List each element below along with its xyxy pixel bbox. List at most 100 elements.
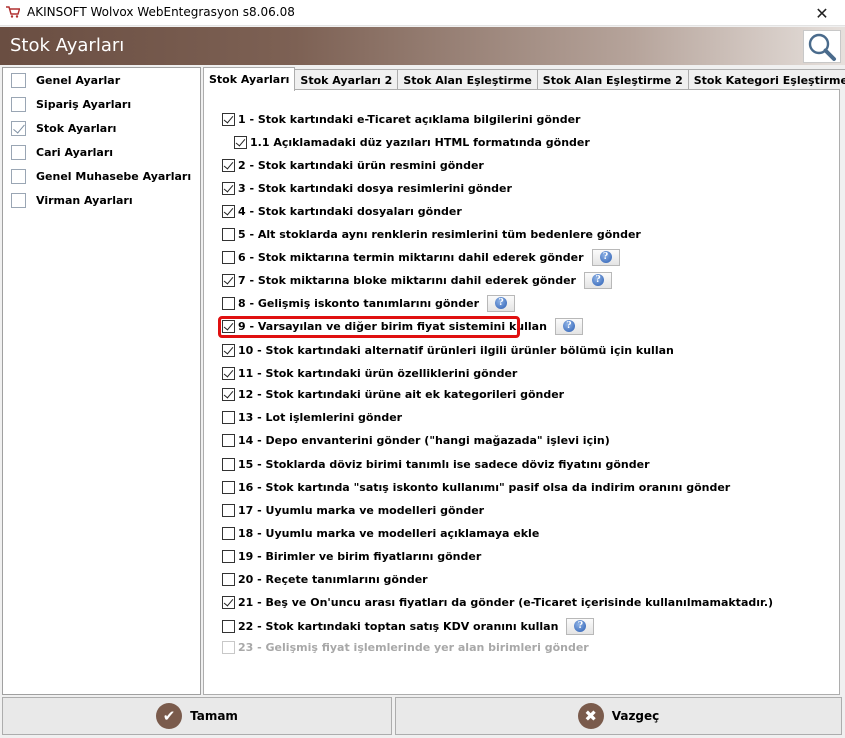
- sidebar-item-genel[interactable]: Genel Ayarlar: [11, 70, 120, 90]
- app-cart-icon: [6, 6, 20, 18]
- help-button[interactable]: ?: [554, 317, 583, 335]
- option-row[interactable]: 8 - Gelişmiş iskonto tanımlarını gönder?: [222, 294, 516, 312]
- sidebar-item-cari[interactable]: Cari Ayarları: [11, 142, 113, 162]
- option-row[interactable]: 2 - Stok kartındaki ürün resmini gönder: [222, 156, 484, 174]
- option-checkbox[interactable]: [222, 572, 235, 586]
- option-row[interactable]: 1 - Stok kartındaki e-Ticaret açıklama b…: [222, 110, 580, 128]
- option-checkbox[interactable]: [222, 526, 235, 540]
- option-checkbox[interactable]: [222, 503, 235, 517]
- option-row[interactable]: 6 - Stok miktarına termin miktarını dahi…: [222, 248, 620, 266]
- option-label: 22 - Stok kartındaki toptan satış KDV or…: [238, 619, 559, 633]
- option-checkbox[interactable]: [222, 204, 235, 218]
- ok-button-label: Tamam: [190, 709, 238, 723]
- close-icon: ✕: [815, 3, 829, 23]
- option-row[interactable]: 13 - Lot işlemlerini gönder: [222, 408, 402, 426]
- ok-button[interactable]: ✔ Tamam: [2, 697, 392, 735]
- option-row[interactable]: 21 - Beş ve On'uncu arası fiyatları da g…: [222, 593, 773, 611]
- option-row[interactable]: 16 - Stok kartında "satış iskonto kullan…: [222, 478, 730, 496]
- tab-strip: Stok Ayarları Stok Ayarları 2 Stok Alan …: [203, 67, 845, 91]
- option-checkbox[interactable]: [222, 410, 235, 424]
- option-row[interactable]: 22 - Stok kartındaki toptan satış KDV or…: [222, 617, 595, 635]
- tab-stok-ayarlari[interactable]: Stok Ayarları: [203, 67, 296, 91]
- option-row[interactable]: 4 - Stok kartındaki dosyaları gönder: [222, 202, 462, 220]
- sidebar-item-genel-muhasebe[interactable]: Genel Muhasebe Ayarları: [11, 166, 191, 186]
- option-row[interactable]: 7 - Stok miktarına bloke miktarını dahil…: [222, 271, 612, 289]
- search-button[interactable]: [803, 30, 841, 63]
- option-checkbox[interactable]: [222, 480, 235, 494]
- option-label: 10 - Stok kartındaki alternatif ürünleri…: [238, 343, 674, 357]
- cancel-button[interactable]: ✖ Vazgeç: [395, 697, 842, 735]
- help-button[interactable]: ?: [487, 294, 516, 312]
- option-row: 23 - Gelişmiş fiyat işlemlerinde yer ala…: [222, 638, 589, 656]
- sidebar-item-virman[interactable]: Virman Ayarları: [11, 190, 133, 210]
- sidebar-checkbox[interactable]: [11, 72, 26, 88]
- option-row[interactable]: 3 - Stok kartındaki dosya resimlerini gö…: [222, 179, 512, 197]
- option-label: 13 - Lot işlemlerini gönder: [238, 410, 403, 424]
- tab-stok-kategori-eslestirme[interactable]: Stok Kategori Eşleştirme: [687, 69, 845, 90]
- sidebar-item-siparis[interactable]: Sipariş Ayarları: [11, 94, 131, 114]
- tab-stok-ayarlari-2[interactable]: Stok Ayarları 2: [294, 69, 399, 90]
- option-row[interactable]: 14 - Depo envanterini gönder ("hangi mağ…: [222, 431, 610, 449]
- option-checkbox[interactable]: [222, 457, 235, 471]
- help-icon: ?: [574, 620, 587, 632]
- sidebar-checkbox[interactable]: [11, 192, 26, 208]
- option-label: 5 - Alt stoklarda aynı renklerin resimle…: [238, 227, 641, 241]
- option-row[interactable]: 5 - Alt stoklarda aynı renklerin resimle…: [222, 225, 641, 243]
- option-checkbox[interactable]: [222, 250, 235, 264]
- help-button[interactable]: ?: [583, 271, 612, 289]
- option-checkbox[interactable]: [222, 181, 235, 195]
- sidebar-checkbox[interactable]: [11, 120, 26, 136]
- option-checkbox[interactable]: [222, 112, 235, 126]
- option-checkbox[interactable]: [222, 273, 235, 287]
- option-row[interactable]: 10 - Stok kartındaki alternatif ürünleri…: [222, 341, 674, 359]
- option-row[interactable]: 15 - Stoklarda döviz birimi tanımlı ise …: [222, 455, 650, 473]
- tab-stok-alan-eslestirme-2[interactable]: Stok Alan Eşleştirme 2: [536, 69, 689, 90]
- option-row[interactable]: 12 - Stok kartındaki ürüne ait ek katego…: [222, 385, 564, 403]
- title-bar: AKINSOFT Wolvox WebEntegrasyon s8.06.08 …: [0, 0, 845, 26]
- option-checkbox[interactable]: [222, 296, 235, 310]
- option-checkbox[interactable]: [222, 619, 235, 633]
- option-checkbox[interactable]: [234, 135, 247, 149]
- window-title: AKINSOFT Wolvox WebEntegrasyon s8.06.08: [27, 5, 295, 19]
- option-checkbox[interactable]: [222, 433, 235, 447]
- sidebar-checkbox[interactable]: [11, 96, 26, 112]
- option-checkbox[interactable]: [222, 549, 235, 563]
- option-label: 18 - Uyumlu marka ve modelleri açıklamay…: [238, 526, 540, 540]
- sidebar-item-label: Virman Ayarları: [36, 193, 133, 207]
- option-checkbox[interactable]: [222, 227, 235, 241]
- help-button[interactable]: ?: [591, 248, 620, 266]
- option-label: 14 - Depo envanterini gönder ("hangi mağ…: [238, 433, 610, 447]
- check-icon: ✔: [156, 703, 183, 729]
- option-checkbox[interactable]: [222, 366, 235, 380]
- option-row[interactable]: 17 - Uyumlu marka ve modelleri gönder: [222, 501, 484, 519]
- option-label: 1.1 Açıklamadaki düz yazıları HTML forma…: [250, 135, 590, 149]
- option-label: 2 - Stok kartındaki ürün resmini gönder: [238, 158, 484, 172]
- option-checkbox[interactable]: [222, 158, 235, 172]
- help-icon: ?: [495, 297, 508, 309]
- option-label: 8 - Gelişmiş iskonto tanımlarını gönder: [238, 296, 480, 310]
- sidebar-item-label: Cari Ayarları: [36, 145, 114, 159]
- sidebar-checkbox[interactable]: [11, 168, 26, 184]
- option-row[interactable]: 18 - Uyumlu marka ve modelleri açıklamay…: [222, 524, 539, 542]
- sidebar-item-label: Sipariş Ayarları: [36, 97, 132, 111]
- option-label: 7 - Stok miktarına bloke miktarını dahil…: [238, 273, 576, 287]
- search-icon: [808, 33, 836, 61]
- page-header: Stok Ayarları: [0, 27, 845, 65]
- option-row[interactable]: 19 - Birimler ve birim fiyatlarını gönde…: [222, 547, 481, 565]
- option-label: 19 - Birimler ve birim fiyatlarını gönde…: [238, 549, 482, 563]
- option-row[interactable]: 1.1 Açıklamadaki düz yazıları HTML forma…: [234, 133, 590, 151]
- option-checkbox[interactable]: [222, 595, 235, 609]
- option-checkbox[interactable]: [222, 387, 235, 401]
- option-label: 23 - Gelişmiş fiyat işlemlerinde yer ala…: [238, 640, 589, 654]
- highlight-box: [218, 316, 520, 338]
- option-row[interactable]: 20 - Reçete tanımlarını gönder: [222, 570, 428, 588]
- window-close-button[interactable]: ✕: [799, 0, 845, 26]
- option-checkbox[interactable]: [222, 343, 235, 357]
- sidebar-checkbox[interactable]: [11, 144, 26, 160]
- tab-stok-alan-eslestirme[interactable]: Stok Alan Eşleştirme: [397, 69, 538, 90]
- option-label: 12 - Stok kartındaki ürüne ait ek katego…: [238, 387, 565, 401]
- sidebar-item-stok[interactable]: Stok Ayarları: [11, 118, 116, 138]
- help-button[interactable]: ?: [566, 617, 595, 635]
- option-row[interactable]: 11 - Stok kartındaki ürün özelliklerini …: [222, 364, 517, 382]
- option-label: 11 - Stok kartındaki ürün özelliklerini …: [238, 366, 518, 380]
